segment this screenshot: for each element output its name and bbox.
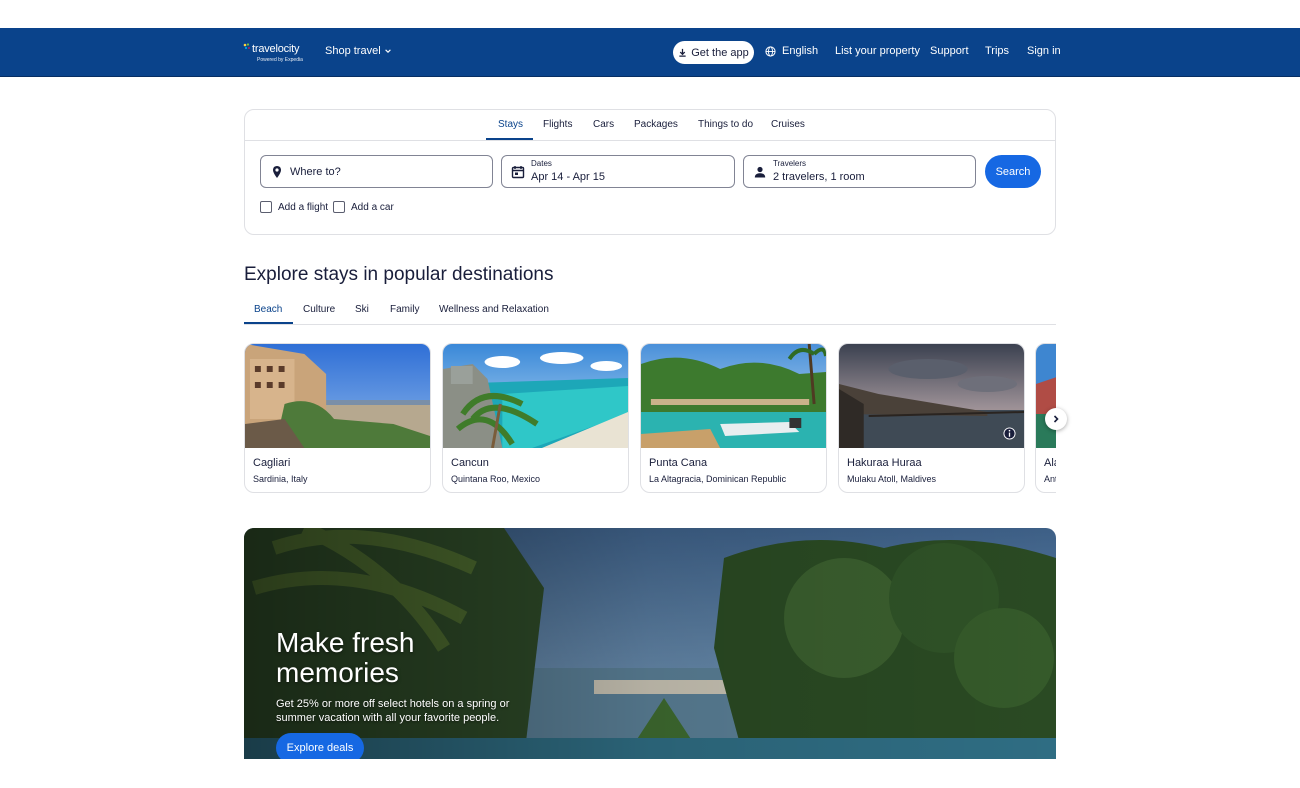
explore-section-title: Explore stays in popular destinations (244, 264, 554, 285)
map-pin-icon (273, 166, 281, 178)
carousel-next-button[interactable] (1045, 408, 1067, 430)
destination-location: Sardinia, Italy (253, 474, 308, 484)
category-tab-wellness[interactable]: Wellness and Relaxation (439, 304, 549, 315)
category-tab-family[interactable]: Family (390, 304, 419, 315)
calendar-icon (511, 166, 525, 179)
checkbox-box[interactable] (260, 201, 272, 213)
tab-packages[interactable]: Packages (634, 119, 678, 130)
person-icon (754, 166, 766, 178)
destination-carousel: Cagliari Sardinia, Italy Cancun Quintana… (244, 343, 1056, 493)
destination-image (839, 344, 1024, 448)
destination-name: Cagliari (253, 457, 291, 469)
add-flight-checkbox[interactable]: Add a flight (260, 201, 328, 213)
tab-cruises[interactable]: Cruises (771, 119, 805, 130)
active-category-indicator (244, 322, 293, 324)
top-header: travelocity Powered by Expedia Shop trav… (0, 28, 1300, 77)
destination-name: Hakuraa Huraa (847, 457, 922, 469)
search-type-tabs: Stays Flights Cars Packages Things to do… (245, 110, 1055, 141)
destination-image (641, 344, 826, 448)
promo-banner: Make fresh memories Get 25% or more off … (244, 528, 1056, 759)
destination-card[interactable]: Hakuraa Huraa Mulaku Atoll, Maldives (838, 343, 1025, 493)
destination-card[interactable]: Cancun Quintana Roo, Mexico (442, 343, 629, 493)
shop-travel-menu[interactable]: Shop travel (325, 45, 392, 57)
checkbox-box[interactable] (333, 201, 345, 213)
sign-in-link[interactable]: Sign in (1027, 45, 1061, 57)
chevron-right-icon (1053, 415, 1059, 423)
info-icon[interactable] (1003, 427, 1016, 440)
get-the-app-button[interactable]: Get the app (673, 41, 754, 64)
search-form-card: Stays Flights Cars Packages Things to do… (244, 109, 1056, 235)
active-tab-indicator (486, 138, 533, 140)
shop-travel-label: Shop travel (325, 45, 381, 57)
dates-field[interactable]: Dates Apr 14 - Apr 15 (501, 155, 735, 188)
travelocity-logo[interactable]: travelocity Powered by Expedia (243, 42, 306, 64)
destination-card[interactable]: Cagliari Sardinia, Italy (244, 343, 431, 493)
logo-subtext: Powered by Expedia (257, 57, 303, 63)
destination-location: Mulaku Atoll, Maldives (847, 474, 937, 484)
destination-location: La Altagracia, Dominican Republic (649, 474, 787, 484)
download-icon (679, 48, 686, 57)
dates-value: Apr 14 - Apr 15 (531, 171, 605, 183)
destination-field[interactable]: Where to? (260, 155, 493, 188)
search-button[interactable]: Search (985, 155, 1041, 188)
logo-mark-icon (243, 43, 250, 50)
explore-deals-button[interactable]: Explore deals (276, 733, 364, 759)
destination-image (443, 344, 628, 448)
destination-image (245, 344, 430, 448)
travelers-value: 2 travelers, 1 room (773, 171, 865, 183)
get-the-app-label: Get the app (691, 46, 749, 59)
travelers-label: Travelers (773, 159, 807, 168)
banner-headline: Make fresh memories (276, 627, 415, 688)
destination-location: Ant (1044, 474, 1056, 484)
tab-flights[interactable]: Flights (543, 119, 572, 130)
destination-location: Quintana Roo, Mexico (451, 474, 541, 484)
category-tab-culture[interactable]: Culture (303, 304, 335, 315)
banner-subtext: Get 25% or more off select hotels on a s… (276, 698, 510, 724)
language-label: English (782, 45, 819, 57)
category-tab-ski[interactable]: Ski (355, 304, 369, 315)
destination-name: Punta Cana (649, 457, 708, 469)
logo-wordmark: travelocity (252, 43, 300, 55)
destination-card[interactable]: Punta Cana La Altagracia, Dominican Repu… (640, 343, 827, 493)
dates-label: Dates (531, 159, 552, 168)
add-car-checkbox[interactable]: Add a car (333, 201, 394, 213)
destination-name: Cancun (451, 457, 489, 469)
chevron-down-icon (384, 49, 391, 53)
category-tab-beach[interactable]: Beach (254, 304, 282, 315)
destination-category-tabs: Beach Culture Ski Family Wellness and Re… (244, 296, 1056, 325)
support-link[interactable]: Support (930, 45, 969, 57)
list-your-property-link[interactable]: List your property (835, 45, 920, 57)
destination-image (1036, 344, 1056, 448)
tab-stays[interactable]: Stays (498, 119, 523, 130)
trips-link[interactable]: Trips (985, 45, 1009, 57)
travelers-field[interactable]: Travelers 2 travelers, 1 room (743, 155, 976, 188)
add-car-label: Add a car (351, 201, 394, 213)
globe-icon (765, 45, 776, 57)
add-flight-label: Add a flight (278, 201, 329, 213)
tab-things-to-do[interactable]: Things to do (698, 119, 753, 130)
tab-cars[interactable]: Cars (593, 119, 614, 130)
destination-name: Ala (1044, 457, 1056, 469)
language-selector[interactable]: English (765, 45, 818, 57)
destination-placeholder: Where to? (290, 166, 341, 178)
